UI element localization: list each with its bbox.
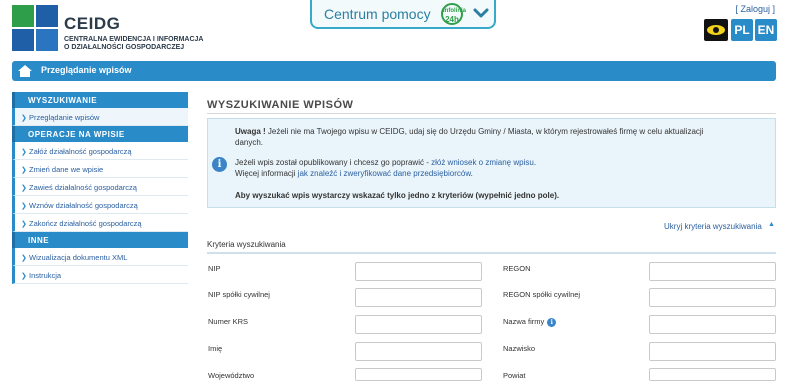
sidebar-item-label: Wizualizacja dokumentu XML bbox=[29, 253, 128, 262]
help-center-label: Centrum pomocy bbox=[324, 6, 431, 22]
sidebar-item-label: Zmień dane we wpisie bbox=[29, 165, 104, 174]
infoline-badge-top: Infolinia bbox=[443, 8, 466, 14]
title-divider bbox=[207, 113, 776, 114]
one-criterion-note: Aby wyszukać wpis wystarczy wskazać tylk… bbox=[235, 191, 560, 200]
change-request-link[interactable]: złóż wniosek o zmianę wpisu bbox=[431, 158, 534, 167]
chevron-right-icon: ❯ bbox=[21, 149, 27, 156]
info-icon[interactable]: i bbox=[547, 317, 557, 327]
firm-name-label: Nazwa firmy i bbox=[503, 317, 557, 327]
last-name-input[interactable] bbox=[649, 342, 776, 361]
logo-squares-icon bbox=[12, 5, 58, 51]
login-link[interactable]: [ Zaloguj ] bbox=[735, 4, 775, 14]
published-prefix: Jeżeli wpis został opublikowany i chcesz… bbox=[235, 158, 432, 167]
sidebar: Wyszukiwanie ❯ Przeglądanie wpisów Operac… bbox=[12, 92, 188, 284]
firm-name-input[interactable] bbox=[649, 315, 776, 334]
home-icon[interactable] bbox=[18, 65, 32, 77]
sidebar-item-browse[interactable]: ❯ Przeglądanie wpisów bbox=[12, 108, 188, 126]
county-input[interactable] bbox=[649, 368, 776, 381]
sidebar-item-xml[interactable]: ❯ Wizualizacja dokumentu XML bbox=[12, 248, 188, 266]
nip-civil-label: NIP spółki cywilnej bbox=[208, 290, 270, 299]
sidebar-item-suspend[interactable]: ❯ Zawieś działalność gospodarczą bbox=[12, 178, 188, 196]
regon-input[interactable] bbox=[649, 262, 776, 281]
more-info-prefix: Więcej informacji bbox=[235, 169, 298, 178]
regon-civil-label: REGON spółki cywilnej bbox=[503, 290, 581, 299]
voivodeship-input[interactable] bbox=[355, 368, 482, 381]
hide-criteria-link[interactable]: Ukryj kryteria wyszukiwania bbox=[664, 222, 762, 231]
chevron-right-icon: ❯ bbox=[21, 115, 27, 122]
logo-subtitle-line-1: CENTRALNA EWIDENCJA I INFORMACJA bbox=[64, 36, 204, 43]
county-label: Powiat bbox=[503, 371, 526, 380]
logo-name: CEIDG bbox=[64, 14, 121, 33]
first-name-label: Imię bbox=[208, 344, 223, 353]
info-icon: i bbox=[212, 157, 227, 172]
breadcrumb: Przeglądanie wpisów bbox=[12, 61, 776, 81]
sidebar-section-search: Wyszukiwanie bbox=[12, 92, 188, 108]
sidebar-item-label: Instrukcja bbox=[29, 271, 62, 280]
nip-civil-input[interactable] bbox=[355, 288, 482, 307]
sidebar-item-change[interactable]: ❯ Zmień dane we wpisie bbox=[12, 160, 188, 178]
nip-input[interactable] bbox=[355, 262, 482, 281]
chevron-right-icon: ❯ bbox=[21, 185, 27, 192]
logo-subtitle-line-2: O DZIAŁALNOŚCI GOSPODARCZEJ bbox=[64, 44, 185, 51]
sidebar-section-other: Inne bbox=[12, 232, 188, 248]
first-name-input[interactable] bbox=[355, 342, 482, 361]
chevron-right-icon: ❯ bbox=[21, 273, 27, 280]
infoline-24h-icon: Infolinia 24h bbox=[441, 3, 466, 25]
regon-civil-input[interactable] bbox=[649, 288, 776, 307]
krs-label: Numer KRS bbox=[208, 317, 249, 326]
warning-bold: Uwaga ! bbox=[235, 127, 266, 136]
chevron-down-icon bbox=[473, 8, 489, 18]
published-suffix: . bbox=[533, 158, 537, 167]
last-name-label: Nazwisko bbox=[503, 344, 536, 353]
sidebar-item-label: Zawieś działalność gospodarczą bbox=[29, 183, 137, 192]
regon-label: REGON bbox=[503, 264, 531, 273]
logo-subtitle: CENTRALNA EWIDENCJA I INFORMACJA O DZIAŁ… bbox=[64, 36, 224, 52]
sidebar-item-label: Przeglądanie wpisów bbox=[29, 113, 100, 122]
krs-input[interactable] bbox=[355, 315, 482, 334]
help-center-button[interactable]: Centrum pomocy Infolinia 24h bbox=[310, 0, 496, 29]
ceidg-page: CEIDG CENTRALNA EWIDENCJA I INFORMACJA O… bbox=[0, 0, 799, 381]
page-title: WYSZUKIWANIE WPISÓW bbox=[207, 99, 354, 111]
sidebar-item-label: Zakończ działalność gospodarczą bbox=[29, 219, 142, 228]
sidebar-item-close[interactable]: ❯ Zakończ działalność gospodarczą bbox=[12, 214, 188, 232]
sidebar-item-register[interactable]: ❯ Załóż działalność gospodarczą bbox=[12, 142, 188, 160]
info-box: Uwaga ! Jeżeli nie ma Twojego wpisu w CE… bbox=[207, 118, 776, 208]
chevron-right-icon: ❯ bbox=[21, 167, 27, 174]
lang-pl-button[interactable]: PL bbox=[731, 19, 753, 41]
sidebar-item-resume[interactable]: ❯ Wznów działalność gospodarczą bbox=[12, 196, 188, 214]
chevron-right-icon: ❯ bbox=[21, 203, 27, 210]
sidebar-item-manual[interactable]: ❯ Instrukcja bbox=[12, 266, 188, 284]
chevron-right-icon: ❯ bbox=[21, 221, 27, 228]
infoline-badge-main: 24h bbox=[445, 15, 459, 24]
lang-en-button[interactable]: EN bbox=[755, 19, 777, 41]
criteria-divider bbox=[207, 252, 776, 254]
criteria-title: Kryteria wyszukiwania bbox=[207, 240, 286, 249]
verify-data-link[interactable]: jak znaleźć i zweryfikować dane przedsię… bbox=[298, 169, 471, 178]
voivodeship-label: Województwo bbox=[208, 371, 255, 380]
sidebar-item-label: Wznów działalność gospodarczą bbox=[29, 201, 138, 210]
sidebar-item-label: Załóż działalność gospodarczą bbox=[29, 147, 132, 156]
accessibility-eye-icon[interactable] bbox=[704, 19, 728, 41]
chevron-right-icon: ❯ bbox=[21, 255, 27, 262]
nip-label: NIP bbox=[208, 264, 221, 273]
more-info-text: Więcej informacji jak znaleźć i zweryfik… bbox=[235, 168, 473, 179]
ceidg-logo[interactable]: CEIDG CENTRALNA EWIDENCJA I INFORMACJA O… bbox=[12, 5, 222, 53]
warning-line-2: danych. bbox=[235, 138, 264, 147]
warning-text: Uwaga ! Jeżeli nie ma Twojego wpisu w CE… bbox=[235, 126, 770, 137]
breadcrumb-current: Przeglądanie wpisów bbox=[41, 65, 132, 75]
published-text: Jeżeli wpis został opublikowany i chcesz… bbox=[235, 157, 536, 168]
sidebar-section-operations: Operacje na wpisie bbox=[12, 126, 188, 142]
caret-up-icon[interactable]: ▲ bbox=[768, 221, 775, 228]
firm-name-label-text: Nazwa firmy bbox=[503, 317, 545, 326]
more-info-suffix: . bbox=[470, 169, 473, 178]
warning-line-1: Jeżeli nie ma Twojego wpisu w CEIDG, uda… bbox=[265, 127, 704, 136]
